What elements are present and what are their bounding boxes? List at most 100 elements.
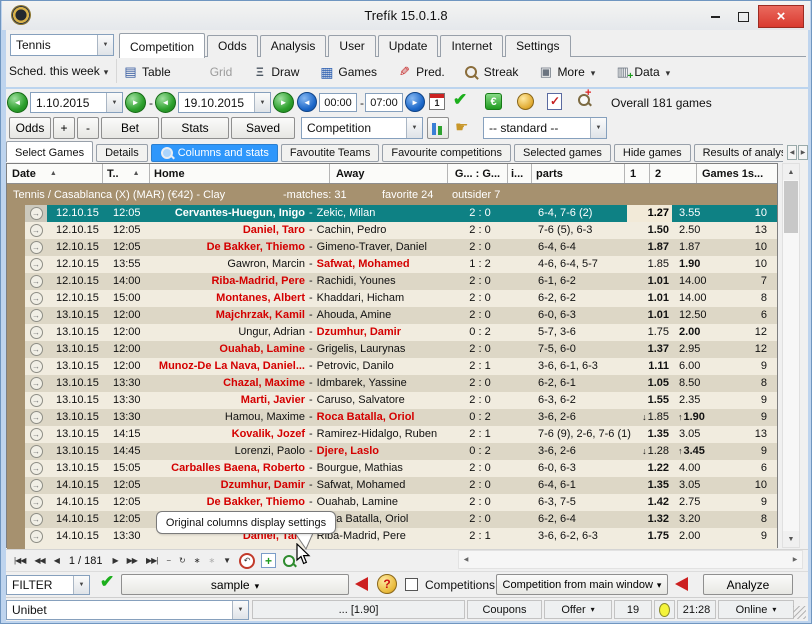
maximize-button[interactable]: [730, 7, 756, 27]
open-game-icon[interactable]: [30, 530, 43, 543]
restore-columns-icon[interactable]: [239, 553, 255, 569]
row-open-cell[interactable]: [25, 307, 47, 324]
header-home[interactable]: Home: [150, 164, 330, 183]
toolbar-streak[interactable]: Streak: [465, 65, 519, 80]
tab-internet[interactable]: Internet: [440, 35, 503, 57]
row-open-cell[interactable]: [25, 528, 47, 545]
table-row[interactable]: 12.10.15 14:00 Riba-Madrid, Pere - Rachi…: [7, 273, 777, 290]
close-button[interactable]: [758, 5, 804, 28]
toolbar-more[interactable]: More: [538, 65, 595, 80]
nav-fast-next-icon[interactable]: ▶▶: [127, 556, 137, 565]
analyze-button[interactable]: Analyze: [703, 574, 793, 595]
nav-filter-icon[interactable]: ▼: [223, 556, 230, 565]
tabs-scroll-right-icon[interactable]: ▶: [798, 145, 808, 160]
task-check-icon[interactable]: [547, 93, 562, 110]
schedule-dropdown[interactable]: Sched. this week: [9, 64, 108, 78]
row-open-cell[interactable]: [25, 392, 47, 409]
help-bell-icon[interactable]: [377, 574, 397, 594]
view-tab-hide-games[interactable]: Hide games: [614, 144, 691, 162]
table-row[interactable]: 13.10.15 12:00 Majchrzak, Kamil - Ahouda…: [7, 307, 777, 324]
row-open-cell[interactable]: [25, 341, 47, 358]
tab-user[interactable]: User: [328, 35, 375, 57]
filter-check-icon[interactable]: ✔: [100, 572, 114, 592]
chevron-down-icon[interactable]: [73, 576, 89, 594]
tab-competition[interactable]: Competition: [119, 33, 205, 58]
view-tab-favoutite-teams[interactable]: Favoutite Teams: [281, 144, 380, 162]
toolbar-pred[interactable]: Pred.: [397, 65, 445, 80]
table-row[interactable]: 12.10.15 12:05 Daniel, Taro - Cachin, Pe…: [7, 222, 777, 239]
header-parts[interactable]: parts: [532, 164, 625, 183]
time-from-input[interactable]: 00:00: [319, 93, 357, 112]
resize-grip[interactable]: [793, 606, 806, 619]
time-to-input[interactable]: 07:00: [365, 93, 403, 112]
euro-icon[interactable]: [485, 93, 502, 110]
open-game-icon[interactable]: [30, 207, 43, 220]
open-game-icon[interactable]: [30, 479, 43, 492]
header-odds1[interactable]: 1: [625, 164, 650, 183]
time-from-reset-icon[interactable]: ◄: [297, 92, 317, 112]
chevron-down-icon[interactable]: [406, 118, 422, 138]
date-to-select[interactable]: 19.10.2015: [178, 92, 271, 113]
vertical-scrollbar[interactable]: ▲ ▼: [782, 163, 800, 548]
open-game-icon[interactable]: [30, 377, 43, 390]
open-game-icon[interactable]: [30, 224, 43, 237]
tabs-scroll-left-icon[interactable]: ◀: [787, 145, 797, 160]
coupons-panel[interactable]: Coupons: [467, 600, 542, 619]
button-[interactable]: -: [77, 117, 99, 139]
column-settings-icon[interactable]: [427, 117, 449, 139]
view-tab-results-of-analysis-of-more-filt[interactable]: Results of analysis of more filt: [694, 144, 783, 162]
open-game-icon[interactable]: [30, 394, 43, 407]
nav-refresh-icon[interactable]: ↻: [179, 556, 185, 565]
row-open-cell[interactable]: [25, 477, 47, 494]
table-row[interactable]: 14.10.15 13:30 Daniel, Taro - Riba-Madri…: [7, 528, 777, 545]
nav-prev-icon[interactable]: ◀: [54, 556, 59, 565]
table-row[interactable]: 14.10.15 12:05 Dzumhur, Damir - Safwat, …: [7, 477, 777, 494]
row-open-cell[interactable]: [25, 239, 47, 256]
row-open-cell[interactable]: [25, 273, 47, 290]
header-time[interactable]: T..▲: [103, 164, 150, 183]
table-row[interactable]: 14.10.15 12:05 De Bakker, Thiemo - Ouaha…: [7, 494, 777, 511]
scroll-right-icon[interactable]: ▶: [788, 551, 802, 568]
offer-dropdown[interactable]: Offer: [544, 600, 612, 619]
table-row[interactable]: 12.10.15 12:05 Cervantes-Huegun, Inigo -…: [7, 205, 777, 222]
minimize-button[interactable]: [702, 7, 728, 27]
button-bet[interactable]: Bet: [101, 117, 159, 139]
chevron-down-icon[interactable]: [106, 93, 122, 112]
nav-star-icon[interactable]: ∗: [194, 556, 200, 565]
open-game-icon[interactable]: [30, 428, 43, 441]
tab-settings[interactable]: Settings: [505, 35, 570, 57]
zoom-plus-icon[interactable]: [577, 93, 591, 107]
view-tab-favourite-competitions[interactable]: Favourite competitions: [382, 144, 511, 162]
date-to-prev-icon[interactable]: ◄: [155, 92, 176, 113]
open-game-icon[interactable]: [30, 275, 43, 288]
open-game-icon[interactable]: [30, 360, 43, 373]
tab-update[interactable]: Update: [378, 35, 439, 57]
table-row[interactable]: 13.10.15 13:30 Marti, Javier - Caruso, S…: [7, 392, 777, 409]
calendar-icon[interactable]: [429, 93, 445, 110]
sport-select[interactable]: Tennis: [10, 34, 114, 56]
toolbar-data[interactable]: Data: [615, 65, 670, 80]
row-open-cell[interactable]: [25, 375, 47, 392]
red-arrow-left-icon[interactable]: [355, 577, 368, 591]
header-i[interactable]: i...: [508, 164, 532, 183]
button-saved[interactable]: Saved: [231, 117, 295, 139]
table-row[interactable]: 12.10.15 12:05 De Bakker, Thiemo - Gimen…: [7, 239, 777, 256]
open-game-icon[interactable]: [30, 462, 43, 475]
chevron-down-icon[interactable]: [97, 35, 113, 55]
button-odds[interactable]: Odds: [9, 117, 51, 139]
original-columns-icon[interactable]: [282, 554, 296, 568]
date-from-next-icon[interactable]: ►: [125, 92, 146, 113]
open-game-icon[interactable]: [30, 343, 43, 356]
open-game-icon[interactable]: [30, 309, 43, 322]
table-row[interactable]: 12.10.15 15:00 Montanes, Albert - Khadda…: [7, 290, 777, 307]
chevron-down-icon[interactable]: [232, 601, 248, 619]
date-to-next-icon[interactable]: ►: [273, 92, 294, 113]
red-arrow-left-icon[interactable]: [675, 577, 688, 591]
nav-last-icon[interactable]: ▶▶|: [146, 556, 157, 565]
scroll-up-icon[interactable]: ▲: [783, 164, 799, 180]
row-open-cell[interactable]: [25, 358, 47, 375]
table-row[interactable]: 12.10.15 13:55 Gawron, Marcin - Safwat, …: [7, 256, 777, 273]
tab-analysis[interactable]: Analysis: [260, 35, 327, 57]
competitions-checkbox[interactable]: [405, 578, 418, 591]
nav-next-icon[interactable]: ▶: [113, 556, 118, 565]
